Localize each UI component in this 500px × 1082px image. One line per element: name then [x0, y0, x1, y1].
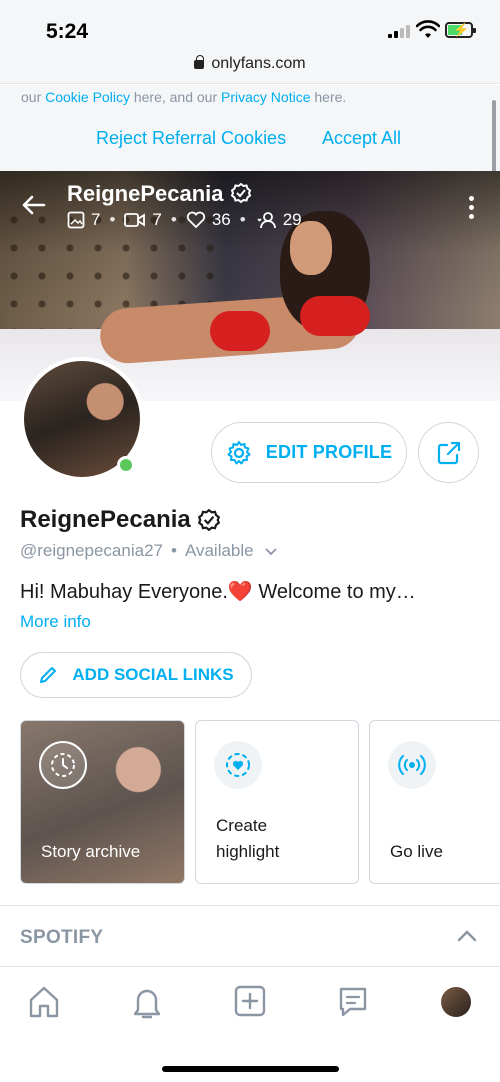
profile-avatar-nav[interactable]: [441, 987, 471, 1017]
profile-name: ReignePecania: [20, 506, 221, 534]
more-info-link[interactable]: More info: [20, 612, 91, 632]
create-highlight-line1: Create: [216, 816, 268, 835]
gear-icon: [227, 440, 251, 464]
create-highlight-label: Create highlight: [216, 813, 279, 865]
profile-name-text: ReignePecania: [20, 506, 191, 533]
create-highlight-line2: highlight: [216, 842, 280, 861]
share-profile-button[interactable]: [418, 422, 479, 483]
online-status-dot: [117, 456, 135, 474]
edit-profile-label: EDIT PROFILE: [265, 442, 393, 462]
page-scrollbar[interactable]: [492, 100, 496, 174]
fans-icon: [257, 212, 276, 229]
chevron-up-icon[interactable]: [457, 930, 477, 942]
more-options-icon[interactable]: [469, 196, 474, 223]
edit-profile-button[interactable]: EDIT PROFILE: [211, 422, 407, 483]
verified-badge-icon: [197, 508, 220, 532]
messages-icon[interactable]: [337, 985, 369, 1019]
privacy-notice-link[interactable]: Privacy Notice: [221, 89, 310, 105]
heart-emoji-icon: ❤️: [227, 581, 253, 603]
go-live-card[interactable]: Go live: [369, 720, 500, 884]
story-archive-label: Story archive: [41, 842, 141, 861]
home-indicator: [162, 1066, 339, 1072]
cookie-text: our Cookie Policy here, and our Privacy …: [21, 89, 346, 105]
bell-icon[interactable]: [130, 985, 164, 1021]
photo-icon: [67, 211, 85, 229]
chevron-down-icon[interactable]: [264, 546, 278, 556]
section-divider: [0, 905, 500, 906]
username: @reignepecania27: [20, 541, 163, 560]
wifi-icon: [416, 20, 440, 38]
video-count: 7: [152, 210, 162, 229]
address-bar[interactable]: onlyfans.com: [0, 55, 500, 73]
photo-count: 7: [91, 210, 101, 229]
url-text: onlyfans.com: [211, 55, 306, 72]
verified-badge-icon: [230, 182, 251, 204]
profile-bio: Hi! Mabuhay Everyone.❤️ Welcome to my…: [20, 579, 416, 604]
spotify-section-title[interactable]: SPOTIFY: [20, 927, 103, 949]
story-archive-card[interactable]: Story archive: [20, 720, 185, 884]
status-time: 5:24: [46, 20, 89, 43]
fans-count: 29: [282, 210, 302, 229]
video-icon: [124, 213, 146, 227]
signal-icon: [388, 24, 410, 38]
broadcast-icon: [388, 741, 436, 789]
bio-end: Welcome to my…: [252, 581, 416, 603]
bio-start: Hi! Mabuhay Everyone.: [20, 581, 228, 603]
likes-count: 36: [211, 210, 231, 229]
back-arrow-icon[interactable]: [20, 194, 46, 216]
profile-handle-row: @reignepecania27 • Available: [20, 541, 278, 561]
cookie-banner: our Cookie Policy here, and our Privacy …: [0, 85, 500, 171]
home-icon[interactable]: [28, 985, 60, 1019]
cookie-text-suffix: here.: [310, 89, 347, 105]
bottom-navigation: [0, 966, 500, 1082]
add-social-links-button[interactable]: ADD SOCIAL LINKS: [20, 652, 252, 698]
availability-status[interactable]: Available: [185, 541, 254, 560]
add-social-links-label: ADD SOCIAL LINKS: [72, 665, 234, 684]
cookie-text-middle: here, and our: [129, 89, 222, 105]
lock-icon: [194, 55, 205, 69]
story-archive-icon: [39, 741, 87, 789]
cookie-text-prefix: our: [21, 89, 46, 105]
reject-referral-cookies-button[interactable]: Reject Referral Cookies: [96, 128, 286, 149]
battery-icon: ⚡: [445, 22, 476, 38]
add-post-icon[interactable]: [234, 985, 266, 1017]
cookie-policy-link[interactable]: Cookie Policy: [45, 89, 130, 105]
cover-name-text: ReignePecania: [67, 181, 224, 206]
create-highlight-card[interactable]: Create highlight: [195, 720, 359, 884]
browser-status-bar: 5:24 ⚡ onlyfans.com: [0, 0, 500, 84]
accept-all-button[interactable]: Accept All: [322, 128, 401, 149]
heart-icon: [186, 211, 205, 229]
highlight-heart-icon: [214, 741, 262, 789]
cover-stats: 7 • 7 • 36 • 29: [67, 210, 302, 230]
go-live-label: Go live: [390, 842, 443, 861]
cover-profile-name: ReignePecania: [67, 181, 252, 207]
share-icon: [437, 441, 460, 464]
pencil-icon: [40, 667, 57, 683]
